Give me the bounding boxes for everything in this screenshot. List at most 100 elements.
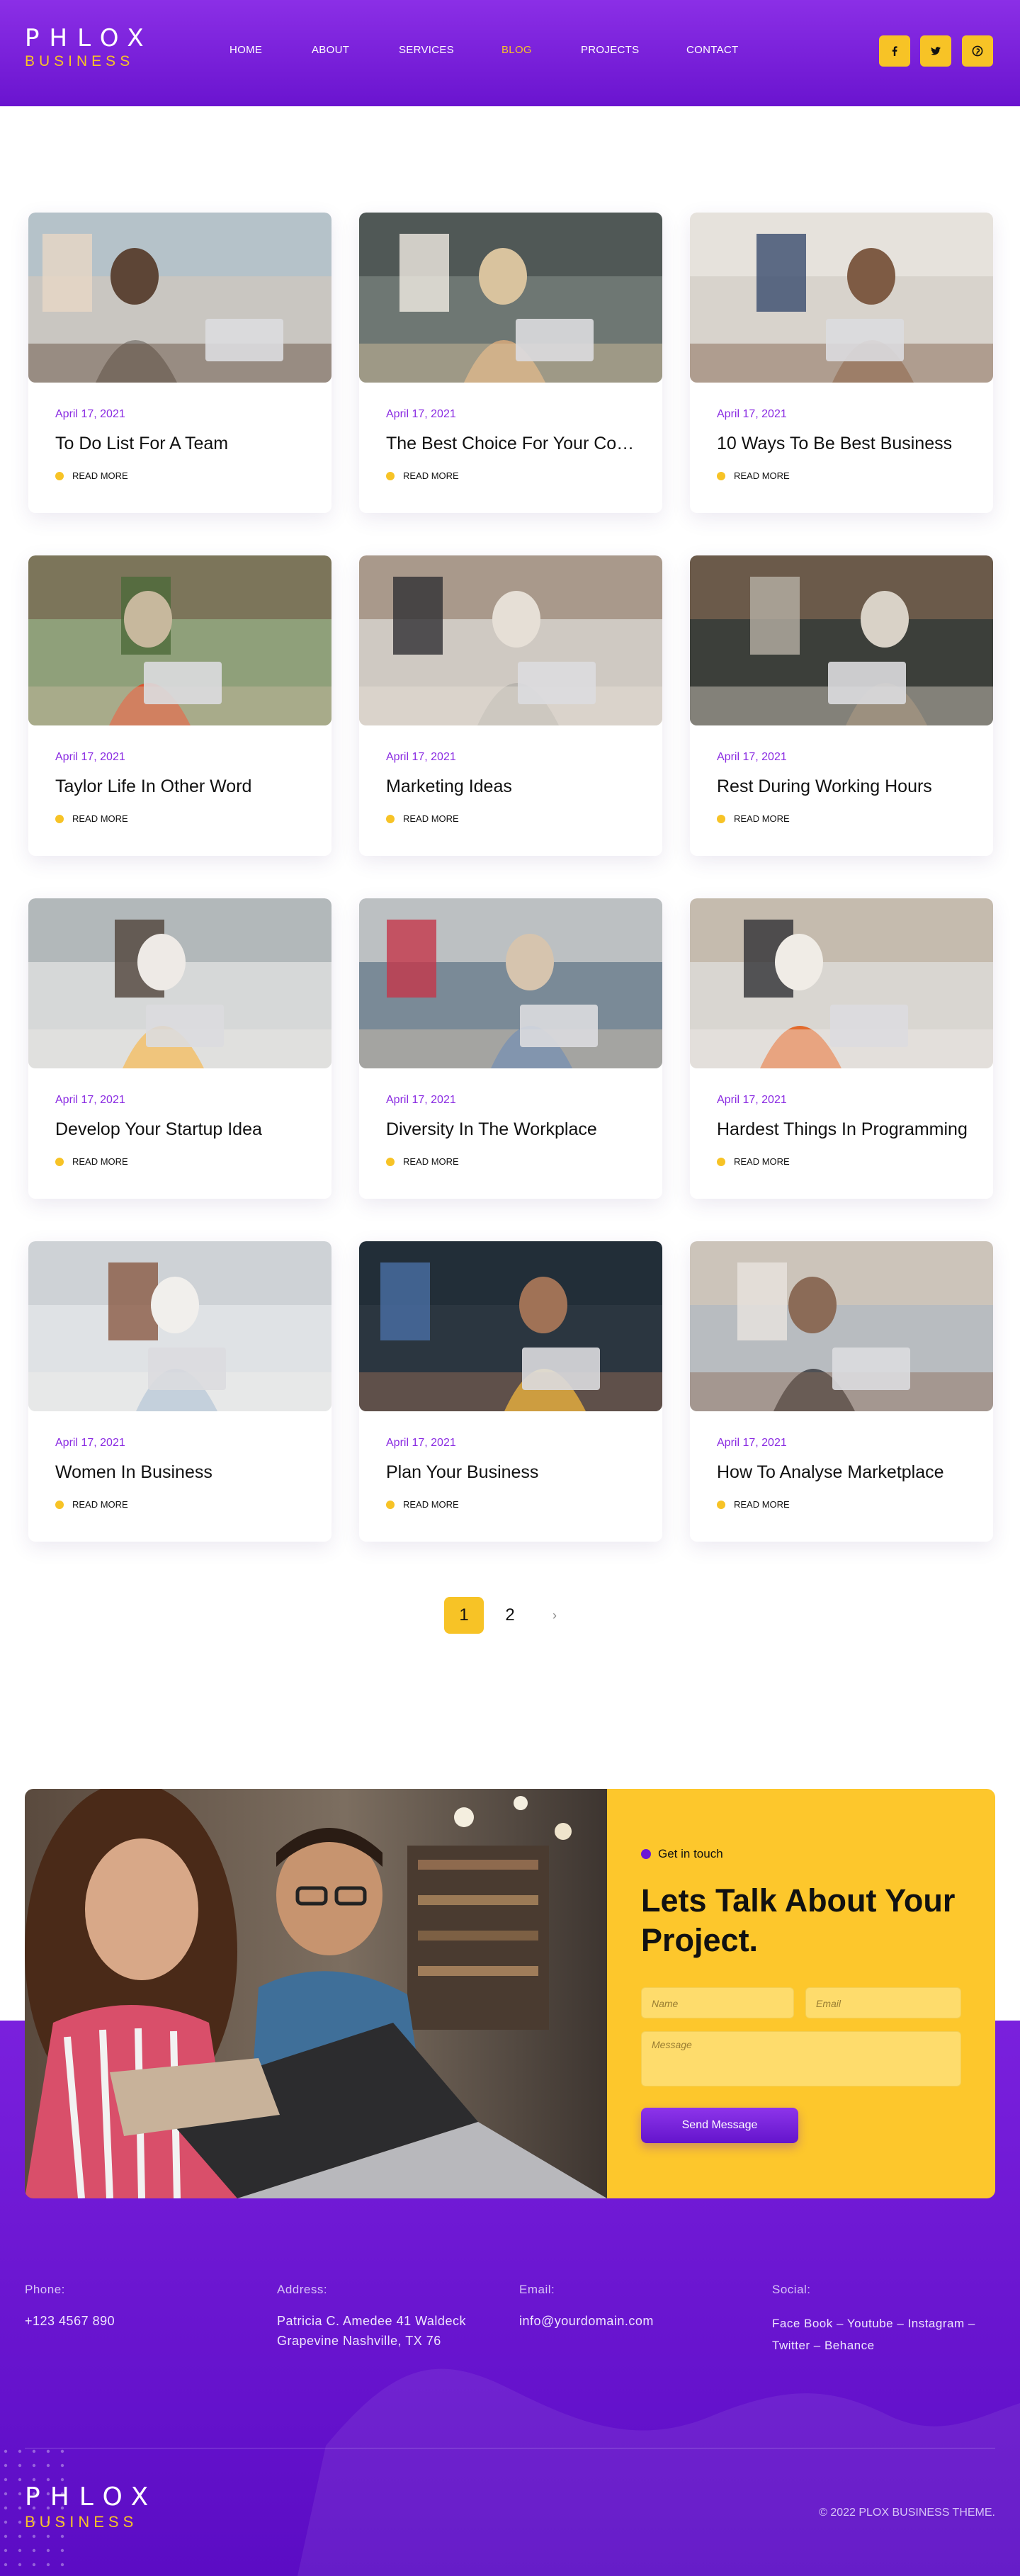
blog-card-title[interactable]: 10 Ways To Be Best Business	[717, 434, 972, 454]
social-links-line2[interactable]: Twitter – Behance	[772, 2336, 875, 2356]
email-value[interactable]: info@yourdomain.com	[519, 2311, 654, 2331]
facebook-icon	[892, 46, 897, 56]
read-more-link[interactable]: READ MORE	[717, 813, 790, 824]
read-more-link[interactable]: READ MORE	[717, 1499, 790, 1510]
name-field[interactable]: Name	[641, 1987, 794, 2018]
nav-services[interactable]: SERVICES	[399, 44, 454, 56]
couple-laptop-image	[25, 1789, 607, 2198]
address-line1: Patricia C. Amedee 41 Waldeck	[277, 2314, 466, 2328]
blog-card[interactable]: April 17, 2021 Marketing Ideas READ MORE	[359, 555, 662, 856]
blog-card[interactable]: April 17, 2021 Taylor Life In Other Word R…	[28, 555, 332, 856]
read-more-label: READ MORE	[72, 813, 128, 824]
read-more-label: READ MORE	[403, 470, 459, 481]
pinterest-button[interactable]	[962, 35, 993, 67]
blog-card[interactable]: April 17, 2021 Plan Your Business READ MOR…	[359, 1241, 662, 1542]
blog-card-date: April 17, 2021	[386, 1094, 456, 1106]
blog-card-image[interactable]	[690, 213, 993, 383]
blog-photo	[690, 555, 993, 725]
read-more-label: READ MORE	[734, 1156, 790, 1167]
read-more-link[interactable]: READ MORE	[386, 1499, 459, 1510]
nav-blog[interactable]: BLOG	[502, 44, 532, 56]
blog-card[interactable]: April 17, 2021 Diversity In The Workplace…	[359, 898, 662, 1199]
blog-card[interactable]: April 17, 2021 Hardest Things In Programm…	[690, 898, 993, 1199]
email-field[interactable]: Email	[805, 1987, 961, 2018]
read-more-link[interactable]: READ MORE	[717, 470, 790, 481]
read-more-link[interactable]: READ MORE	[386, 1156, 459, 1167]
blog-card-image[interactable]	[28, 555, 332, 725]
read-more-dot	[717, 1500, 725, 1509]
social-label: Social:	[772, 2283, 811, 2296]
read-more-link[interactable]: READ MORE	[717, 1156, 790, 1167]
read-more-label: READ MORE	[72, 470, 128, 481]
blog-card-date: April 17, 2021	[55, 1437, 125, 1449]
blog-photo	[359, 555, 662, 725]
blog-card[interactable]: April 17, 2021 10 Ways To Be Best Busines…	[690, 213, 993, 513]
eyebrow-text: Get in touch	[658, 1847, 723, 1860]
blog-card-title[interactable]: Hardest Things In Programming	[717, 1119, 972, 1140]
read-more-link[interactable]: READ MORE	[55, 1499, 128, 1510]
blog-card-title[interactable]: Develop Your Startup Idea	[55, 1119, 310, 1140]
blog-card-date: April 17, 2021	[717, 751, 787, 763]
blog-card-image[interactable]	[359, 555, 662, 725]
read-more-link[interactable]: READ MORE	[386, 813, 459, 824]
blog-card-image[interactable]	[690, 555, 993, 725]
read-more-link[interactable]: READ MORE	[55, 813, 128, 824]
blog-card-date: April 17, 2021	[717, 408, 787, 420]
facebook-button[interactable]	[879, 35, 910, 67]
blog-card-title[interactable]: Taylor Life In Other Word	[55, 776, 310, 797]
read-more-link[interactable]: READ MORE	[55, 470, 128, 481]
email-label: Email:	[519, 2283, 555, 2296]
read-more-dot	[55, 1157, 64, 1166]
read-more-link[interactable]: READ MORE	[386, 470, 459, 481]
twitter-button[interactable]	[920, 35, 951, 67]
phone-value[interactable]: +123 4567 890	[25, 2311, 115, 2331]
read-more-dot	[386, 471, 395, 480]
blog-card-image[interactable]	[28, 213, 332, 383]
blog-card-title[interactable]: Marketing Ideas	[386, 776, 641, 797]
blog-card-image[interactable]	[690, 898, 993, 1068]
page-2-button[interactable]: 2	[490, 1597, 530, 1634]
contact-eyebrow: Get in touch	[641, 1847, 723, 1861]
blog-card-image[interactable]	[28, 1241, 332, 1411]
blog-card-date: April 17, 2021	[386, 408, 456, 420]
blog-card-title[interactable]: Women In Business	[55, 1462, 310, 1483]
read-more-dot	[386, 1157, 395, 1166]
read-more-dot	[55, 1500, 64, 1509]
blog-card-image[interactable]	[359, 213, 662, 383]
message-field[interactable]: Message	[641, 2031, 961, 2086]
nav-projects[interactable]: PROJECTS	[581, 44, 639, 56]
nav-home[interactable]: HOME	[230, 44, 262, 56]
blog-card-title[interactable]: Rest During Working Hours	[717, 776, 972, 797]
read-more-dot	[55, 814, 64, 823]
blog-card-image[interactable]	[690, 1241, 993, 1411]
blog-card[interactable]: April 17, 2021 How To Analyse Marketplace…	[690, 1241, 993, 1542]
read-more-dot	[55, 471, 64, 480]
blog-card[interactable]: April 17, 2021 The Best Choice For Your C…	[359, 213, 662, 513]
blog-card-title[interactable]: Plan Your Business	[386, 1462, 641, 1483]
blog-card-title[interactable]: Diversity In The Workplace	[386, 1119, 641, 1140]
blog-card-image[interactable]	[359, 898, 662, 1068]
blog-card[interactable]: April 17, 2021 To Do List For A Team READ …	[28, 213, 332, 513]
blog-card-image[interactable]	[28, 898, 332, 1068]
social-links-line1[interactable]: Face Book – Youtube – Instagram –	[772, 2314, 975, 2334]
blog-card-title[interactable]: How To Analyse Marketplace	[717, 1462, 972, 1483]
read-more-link[interactable]: READ MORE	[55, 1156, 128, 1167]
blog-card-image[interactable]	[359, 1241, 662, 1411]
footer-logo[interactable]: PHLOX BUSINESS	[25, 2484, 158, 2532]
blog-card-date: April 17, 2021	[55, 408, 125, 420]
nav-about[interactable]: ABOUT	[312, 44, 349, 56]
blog-card-date: April 17, 2021	[386, 1437, 456, 1449]
send-message-button[interactable]: Send Message	[641, 2108, 798, 2143]
blog-card-title[interactable]: To Do List For A Team	[55, 434, 310, 454]
contact-title: Lets Talk About Your Project.	[641, 1882, 956, 1958]
page-1-button[interactable]: 1	[444, 1597, 484, 1634]
blog-card-title[interactable]: The Best Choice For Your Company	[386, 434, 641, 454]
next-page-button[interactable]: ›	[535, 1597, 574, 1634]
twitter-icon	[931, 47, 941, 55]
contact-photo	[25, 1789, 607, 2198]
nav-contact[interactable]: CONTACT	[686, 44, 738, 56]
blog-card[interactable]: April 17, 2021 Develop Your Startup Idea R…	[28, 898, 332, 1199]
read-more-label: READ MORE	[734, 1499, 790, 1510]
blog-card[interactable]: April 17, 2021 Rest During Working Hours R…	[690, 555, 993, 856]
blog-card[interactable]: April 17, 2021 Women In Business READ MORE	[28, 1241, 332, 1542]
